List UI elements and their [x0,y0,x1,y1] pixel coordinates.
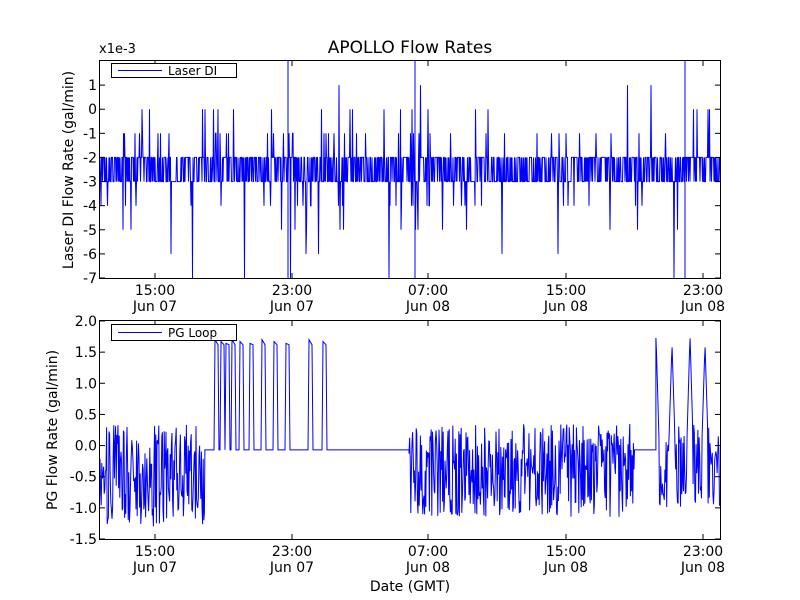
y-tick-label: -2 [83,150,97,166]
y-tick-label: -1.0 [70,501,97,517]
x-tick-time: 15:00 [546,544,586,560]
y-tick-label: 2.0 [75,314,97,330]
y-tick-label: -3 [83,175,97,191]
x-tick-date: Jun 08 [680,299,725,315]
y-tick-label: -1.5 [70,532,97,548]
legend-label: Laser DI [168,64,217,78]
x-tick-date: Jun 08 [405,299,450,315]
x-tick-date: Jun 08 [405,560,450,576]
legend: PG Loop [111,324,237,341]
figure: APOLLO Flow Rates x1e-3 Laser DI Flow Ra… [0,0,800,600]
chart-title: APOLLO Flow Rates [328,38,493,58]
offset-label: x1e-3 [99,42,136,57]
x-tick-time: 23:00 [272,544,312,560]
x-tick-date: Jun 07 [269,560,314,576]
y-tick-label: -6 [83,247,97,263]
x-tick-date: Jun 08 [680,560,725,576]
x-tick-date: Jun 08 [543,299,588,315]
legend-label: PG Loop [168,326,217,340]
y-tick-label: -7 [83,271,97,287]
x-axis-label: Date (GMT) [370,579,450,595]
x-tick-time: 23:00 [683,544,723,560]
y-tick-label: -5 [83,223,97,239]
x-tick-time: 23:00 [272,283,312,299]
x-tick-time: 07:00 [408,283,448,299]
y-tick-label: 1.0 [75,376,97,392]
y-tick-label: 0 [88,102,97,118]
y-axis-label: Laser DI Flow Rate (gal/min) [61,71,77,269]
y-tick-label: -0.5 [70,470,97,486]
x-tick-date: Jun 07 [132,560,177,576]
y-tick-label: 1.5 [75,345,97,361]
y-axis-label: PG Flow Rate (gal/min) [45,350,61,510]
x-tick-time: 15:00 [546,283,586,299]
x-tick-time: 15:00 [135,544,175,560]
y-tick-label: 0.5 [75,407,97,423]
x-tick-date: Jun 07 [269,299,314,315]
x-tick-time: 15:00 [135,283,175,299]
y-tick-label: 1 [88,78,97,94]
legend: Laser DI [111,63,237,78]
y-tick-label: 0.0 [75,439,97,455]
x-tick-time: 07:00 [408,544,448,560]
y-tick-label: -4 [83,199,97,215]
x-tick-time: 23:00 [683,283,723,299]
x-tick-date: Jun 08 [543,560,588,576]
x-tick-date: Jun 07 [132,299,177,315]
y-tick-label: -1 [83,126,97,142]
